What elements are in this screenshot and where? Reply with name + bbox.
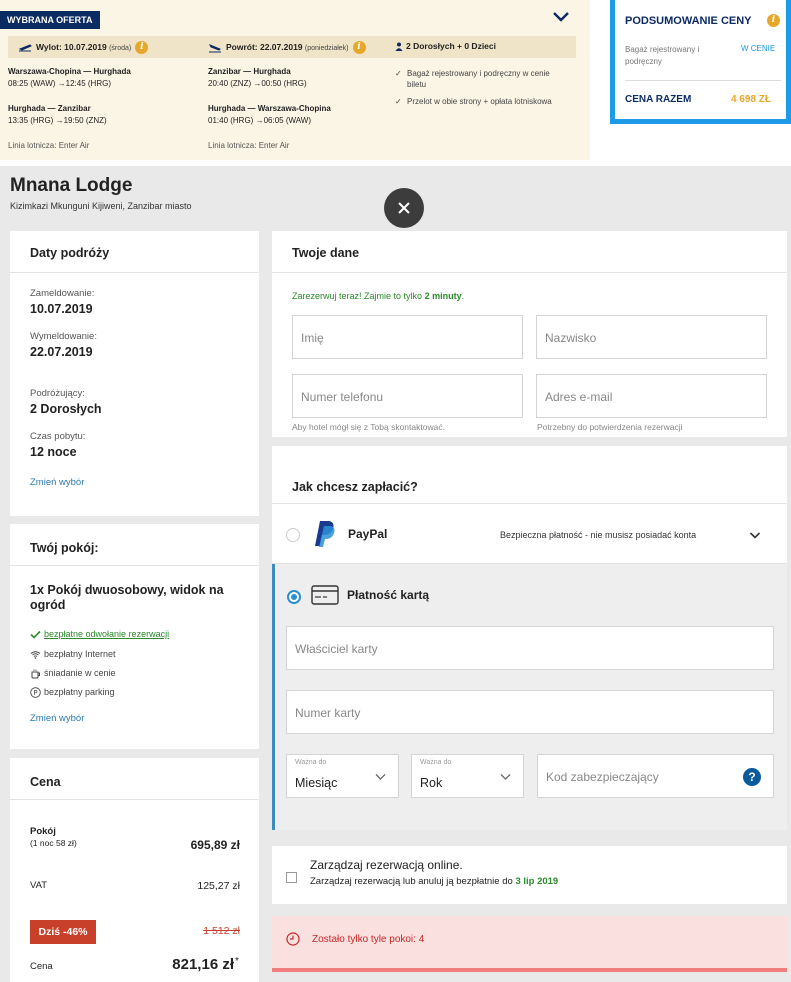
payment-header: Jak chcesz zapłacić? — [272, 446, 787, 504]
change-room-link[interactable]: Zmień wybór — [30, 713, 84, 724]
paypal-note: Bezpieczna płatność - nie musisz posiada… — [500, 530, 697, 540]
help-icon[interactable]: ? — [743, 768, 761, 786]
selected-offer-panel: WYBRANA OFERTA Wylot: 10.07.2019 (środa)… — [0, 0, 590, 160]
first-name-input[interactable]: Imię — [292, 315, 523, 359]
personal-data-title: Twoje dane — [272, 231, 787, 273]
last-name-input[interactable]: Nazwisko — [536, 315, 767, 359]
outbound-segment: Warszawa-Chopina — Hurghada 08:25 (WAW) … — [8, 66, 131, 90]
card-number-input[interactable]: Numer karty — [286, 690, 774, 734]
expiry-month-caption: Ważna do — [295, 759, 327, 766]
expiry-year-select[interactable]: Ważna do Rok — [411, 754, 524, 798]
person-icon — [395, 42, 403, 52]
rooms-left-alert: Zostało tylko tyle pokoi: 4 — [272, 916, 787, 972]
card-payment-option[interactable]: Płatność kartą Właściciel karty Numer ka… — [272, 564, 787, 830]
info-icon[interactable]: i — [352, 41, 366, 54]
payment-card: Jak chcesz zapłacić? PayPal Bezpieczna p… — [272, 446, 787, 830]
expiry-year-value: Rok — [420, 776, 443, 790]
baggage-value: W CENIE — [741, 44, 776, 53]
outbound-day: (środa) — [109, 44, 132, 52]
card-label: Płatność kartą — [347, 588, 430, 602]
close-icon — [398, 202, 410, 214]
security-code-input[interactable]: Kod zabezpieczający — [537, 754, 774, 798]
divider — [625, 80, 781, 81]
email-input[interactable]: Adres e-mail — [536, 374, 767, 418]
outbound-airline: Linia lotnicza: Enter Air — [8, 141, 90, 150]
perk-item: ✓ Bagaż rejestrowany i podręczny w cenie… — [395, 69, 550, 89]
segment-time: 13:35 (HRG) →19:50 (ZNZ) — [8, 116, 107, 125]
total-label: CENA RAZEM — [625, 94, 692, 105]
segment-route: Zanzibar — Hurghada — [208, 67, 291, 76]
return-date: Powrót: 22.07.2019 — [226, 41, 303, 52]
passengers-header: 2 Dorosłych + 0 Dzieci — [395, 41, 496, 52]
paypal-logo-icon — [315, 521, 335, 547]
card-radio[interactable] — [287, 590, 301, 604]
outbound-segment: Hurghada — Zanzibar 13:35 (HRG) →19:50 (… — [8, 103, 107, 127]
segment-route: Hurghada — Zanzibar — [8, 104, 91, 113]
price-summary-title: PODSUMOWANIE CENY — [625, 15, 752, 27]
total-value: 4 698 ZŁ — [731, 94, 772, 105]
baggage-label: Bagaż rejestrowany i podręczny — [625, 45, 700, 66]
return-airline: Linia lotnicza: Enter Air — [208, 141, 290, 150]
chevron-down-icon[interactable] — [552, 10, 570, 24]
close-button[interactable] — [384, 188, 424, 228]
segment-route: Hurghada — Warszawa-Chopina — [208, 104, 331, 113]
travel-dates-card: Daty podróży Zameldowanie: — [10, 231, 259, 516]
paypal-radio[interactable] — [286, 528, 300, 542]
manage-booking-title: Zarządzaj rezerwacją online. — [310, 858, 463, 872]
rooms-left-text: Zostało tylko tyle pokoi: 4 — [312, 934, 425, 945]
manage-booking-checkbox[interactable] — [286, 872, 297, 883]
price-card-title: Cena — [10, 758, 259, 800]
price-card: Cena — [10, 758, 259, 982]
return-header: Powrót: 22.07.2019 (poniedziałek) i — [208, 41, 366, 54]
credit-card-icon — [311, 585, 339, 605]
expiry-month-select[interactable]: Ważna do Miesiąc — [286, 754, 399, 798]
segment-time: 08:25 (WAW) →12:45 (HRG) — [8, 79, 111, 88]
selected-offer-tag: WYBRANA OFERTA — [0, 11, 100, 29]
card-owner-input[interactable]: Właściciel karty — [286, 626, 774, 670]
segment-time: 01:40 (HRG) →06:05 (WAW) — [208, 116, 311, 125]
hotel-booking-modal: Mnana Lodge Kizimkazi Mkunguni Kijiweni,… — [0, 166, 791, 982]
chevron-down-icon — [375, 774, 386, 780]
flight-header-bar: Wylot: 10.07.2019 (środa) i Powrót: 22.07… — [8, 36, 576, 58]
manage-booking-desc: Zarządzaj rezerwacją lub anuluj ją bezpł… — [310, 876, 559, 887]
manage-booking-card: Zarządzaj rezerwacją online. Zarządzaj r… — [272, 846, 787, 904]
outbound-date: Wylot: 10.07.2019 — [36, 41, 107, 52]
hotel-name: Mnana Lodge — [10, 175, 133, 196]
chevron-down-icon[interactable] — [749, 531, 761, 540]
hotel-location: Kizimkazi Mkunguni Kijiweni, Zanzibar mi… — [10, 201, 192, 211]
departure-plane-icon — [18, 43, 32, 51]
price-summary-box: PODSUMOWANIE CENY i Bagaż rejestrowany i… — [610, 0, 791, 124]
passengers-count: 2 Dorosłych + 0 Dzieci — [406, 41, 496, 51]
travel-dates-title: Daty podróży — [10, 231, 259, 273]
expiry-month-value: Miesiąc — [295, 776, 338, 790]
chevron-down-icon — [500, 774, 511, 780]
paypal-option[interactable]: PayPal Bezpieczna płatność - nie musisz … — [272, 504, 787, 564]
clock-icon — [286, 932, 300, 946]
info-icon[interactable]: i — [135, 41, 149, 54]
return-segment: Zanzibar — Hurghada 20:40 (ZNZ) →00:50 (… — [208, 66, 307, 90]
paypal-label: PayPal — [348, 527, 388, 541]
check-icon: ✓ — [395, 69, 402, 78]
return-segment: Hurghada — Warszawa-Chopina 01:40 (HRG) … — [208, 103, 331, 127]
info-icon[interactable]: i — [767, 14, 780, 27]
segment-route: Warszawa-Chopina — Hurghada — [8, 67, 131, 76]
room-card-title: Twój pokój: — [10, 524, 259, 566]
free-cancel-date: 3 lip 2019 — [515, 876, 559, 887]
segment-time: 20:40 (ZNZ) →00:50 (HRG) — [208, 79, 307, 88]
return-day: (poniedziałek) — [304, 44, 349, 52]
payment-title: Jak chcesz zapłacić? — [292, 480, 418, 494]
check-icon: ✓ — [395, 97, 402, 106]
change-dates-link[interactable]: Zmień wybór — [30, 477, 84, 488]
phone-input[interactable]: Numer telefonu — [292, 374, 523, 418]
expiry-year-caption: Ważna do — [420, 759, 452, 766]
outbound-header: Wylot: 10.07.2019 (środa) i — [18, 41, 149, 54]
perk-item: ✓ Przelot w obie strony + opłata lotnisk… — [395, 97, 552, 106]
arrival-plane-icon — [208, 43, 221, 52]
